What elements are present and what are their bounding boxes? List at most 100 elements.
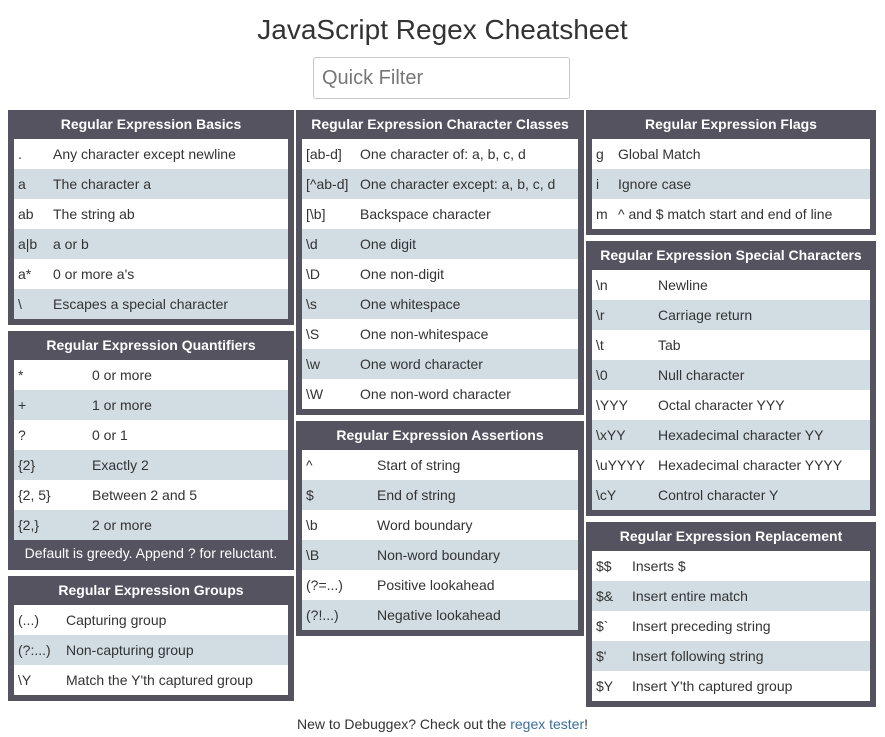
regex-description: Escapes a special character	[53, 296, 229, 312]
regex-description: One non-word character	[360, 386, 511, 402]
table-row: $& Insert entire match	[592, 581, 870, 611]
regex-token: ?	[18, 427, 26, 443]
regex-description: One digit	[360, 236, 417, 252]
table-row: \S One non-whitespace	[302, 319, 578, 349]
panel-title: Regular Expression Special Characters	[600, 247, 862, 263]
regex-token: .	[18, 146, 22, 162]
regex-token: a|b	[18, 236, 38, 252]
table-row: $` Insert preceding string	[592, 611, 870, 641]
regex-description: Newline	[658, 277, 708, 293]
table-row: \W One non-word character	[302, 379, 578, 409]
regex-description: Insert preceding string	[632, 618, 771, 634]
regex-token: \	[18, 296, 22, 312]
table-row: \s One whitespace	[302, 289, 578, 319]
table-row: ? 0 or 1	[14, 420, 288, 450]
regex-description: ^ and $ match start and end of line	[618, 206, 833, 222]
regex-description: Carriage return	[658, 307, 753, 323]
regex-description: Match the Y'th captured group	[66, 672, 253, 688]
regex-description: The string ab	[53, 206, 135, 222]
regex-token: \w	[306, 356, 320, 372]
regex-description: One character of: a, b, c, d	[360, 146, 526, 162]
table-row: (?=...) Positive lookahead	[302, 570, 578, 600]
regex-token: a	[18, 176, 26, 192]
regex-token: \xYY	[596, 427, 626, 443]
regex-description: 0 or more	[92, 367, 152, 383]
table-row: . Any character except newline	[14, 139, 288, 169]
table-row: \YYY Octal character YYY	[592, 390, 870, 420]
panel-title: Regular Expression Quantifiers	[46, 337, 256, 353]
column-left: Regular Expression Basics . Any character…	[8, 110, 294, 707]
regex-token: i	[596, 176, 600, 192]
panel-character-classes: Regular Expression Character Classes [ab…	[296, 110, 584, 415]
greedy-note: Default is greedy. Append ? for reluctan…	[24, 545, 278, 561]
table-row: {2,} 2 or more	[14, 510, 288, 540]
regex-token: (?:...)	[18, 642, 51, 658]
regex-token: \t	[596, 337, 604, 353]
panel-groups: Regular Expression Groups (...) Capturing…	[8, 576, 294, 701]
regex-token: (?!...)	[306, 607, 339, 623]
regex-token: \0	[596, 367, 608, 383]
regex-token: \s	[306, 296, 317, 312]
regex-token: $'	[596, 648, 607, 664]
regex-description: Insert Y'th captured group	[632, 678, 793, 694]
table-row: i Ignore case	[592, 169, 870, 199]
regex-description: Ignore case	[618, 176, 692, 192]
table-row: m ^ and $ match start and end of line	[592, 199, 870, 229]
table-row: (?!...) Negative lookahead	[302, 600, 578, 630]
regex-description: One word character	[360, 356, 483, 372]
column-middle: Regular Expression Character Classes [ab…	[296, 110, 584, 642]
panel-assertions: Regular Expression Assertions ^ Start of …	[296, 421, 584, 636]
regex-description: a or b	[53, 236, 89, 252]
rows: * 0 or more +1 or more? 0 or 1 {2} Exactly 2{…	[14, 360, 288, 540]
regex-tester-link[interactable]: regex tester	[510, 716, 584, 732]
quick-filter-input[interactable]	[313, 57, 570, 99]
table-row: [ab-d] One character of: a, b, c, d	[302, 139, 578, 169]
table-row: a|b a or b	[14, 229, 288, 259]
rows: g Global Match i Ignore case m ^ and $ match …	[592, 139, 870, 229]
regex-token: \D	[306, 266, 320, 282]
regex-description: Positive lookahead	[377, 577, 495, 593]
regex-description: 0 or more a's	[53, 266, 135, 282]
regex-description: Global Match	[618, 146, 701, 162]
regex-description: Any character except newline	[53, 146, 236, 162]
regex-description: 0 or 1	[92, 427, 128, 443]
panel-replacement: Regular Expression Replacement $$ Inserts…	[586, 522, 876, 707]
regex-description: Inserts $	[632, 558, 686, 574]
table-row: ^ Start of string	[302, 450, 578, 480]
table-row: [^ab-d] One character except: a, b, c, d	[302, 169, 578, 199]
regex-token: \b	[306, 517, 318, 533]
table-row: (...) Capturing group	[14, 605, 288, 635]
regex-description: Control character Y	[658, 487, 779, 503]
regex-description: Hexadecimal character YYYY	[658, 457, 843, 473]
table-row: \xYY Hexadecimal character YY	[592, 420, 870, 450]
regex-description: Negative lookahead	[377, 607, 501, 623]
regex-token: +	[18, 397, 27, 413]
table-row: \B Non-word boundary	[302, 540, 578, 570]
regex-token: $Y	[596, 678, 614, 694]
regex-token: {2,}	[18, 517, 40, 533]
regex-description: Null character	[658, 367, 745, 383]
rows: $$ Inserts $ $& Insert entire match $` Insert…	[592, 551, 870, 701]
regex-description: End of string	[377, 487, 456, 503]
regex-token: $	[306, 487, 314, 503]
regex-token: (?=...)	[306, 577, 343, 593]
table-row: $$ Inserts $	[592, 551, 870, 581]
panel-title: Regular Expression Basics	[60, 116, 242, 132]
table-row: \Y Match the Y'th captured group	[14, 665, 288, 695]
regex-description: Non-word boundary	[377, 547, 500, 563]
table-row: a The character a	[14, 169, 288, 199]
regex-description: Start of string	[377, 457, 461, 473]
footer-suffix: !	[584, 716, 589, 732]
page-title: JavaScript Regex Cheatsheet	[257, 14, 628, 45]
regex-description: 2 or more	[92, 517, 152, 533]
regex-token: [^ab-d]	[306, 176, 349, 192]
regex-token: \cY	[596, 487, 617, 503]
table-row: +1 or more	[14, 390, 288, 420]
regex-description: Capturing group	[66, 612, 167, 628]
regex-token: \YYY	[596, 397, 628, 413]
panel-flags: Regular Expression Flags g Global Match i I…	[586, 110, 876, 235]
rows: (...) Capturing group (?:...) Non-capturing…	[14, 605, 288, 695]
regex-token: \r	[596, 307, 605, 323]
panel-title: Regular Expression Groups	[58, 582, 244, 598]
table-row: \d One digit	[302, 229, 578, 259]
